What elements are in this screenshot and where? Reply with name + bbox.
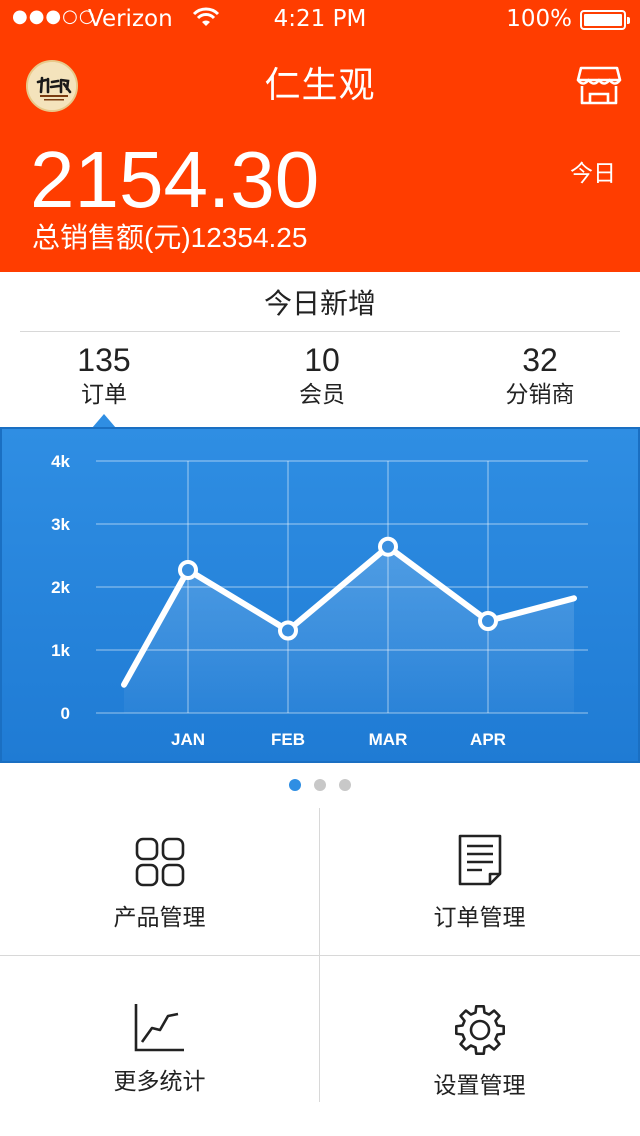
total-sales-label: 总销售额(元) bbox=[32, 222, 191, 253]
store-icon[interactable] bbox=[576, 62, 622, 108]
menu-more-statistics[interactable]: 更多统计 bbox=[0, 956, 319, 1102]
chart-data-point bbox=[478, 611, 498, 631]
menu-order-management[interactable]: 订单管理 bbox=[320, 808, 639, 954]
header: ●●●○○ Verizon 4:21 PM 100% 仁生观 2154.30 今… bbox=[0, 0, 640, 272]
line-chart-icon bbox=[132, 1000, 188, 1056]
page-dot-1[interactable] bbox=[288, 779, 301, 791]
sales-chart[interactable]: 0 1k 2k 3k 4k JAN FEB MAR APR bbox=[0, 427, 640, 763]
chart-x-tick-label: JAN bbox=[171, 730, 205, 749]
stat-orders-label: 订单 bbox=[81, 382, 127, 408]
chart-x-tick-label: APR bbox=[470, 730, 506, 749]
page-indicator bbox=[0, 776, 640, 791]
divider bbox=[20, 331, 620, 332]
chart-x-tick-label: FEB bbox=[271, 730, 305, 749]
page-dot-2[interactable] bbox=[314, 779, 326, 791]
battery-percent: 100% bbox=[506, 6, 572, 32]
status-bar: ●●●○○ Verizon 4:21 PM 100% bbox=[0, 0, 640, 40]
stat-distributors-label: 分销商 bbox=[505, 382, 575, 408]
today-new-title: 今日新增 bbox=[263, 287, 376, 320]
chart-y-tick-label: 2k bbox=[51, 578, 70, 597]
today-sales-amount: 2154.30 bbox=[30, 135, 320, 224]
chart-y-tick-label: 3k bbox=[51, 515, 70, 534]
menu-product-management[interactable]: 产品管理 bbox=[0, 808, 319, 954]
stat-orders-value: 135 bbox=[77, 342, 131, 378]
menu-label: 设置管理 bbox=[433, 1073, 526, 1099]
selected-tab-pointer bbox=[92, 414, 116, 428]
page-dot-3[interactable] bbox=[339, 779, 352, 791]
chart-data-point bbox=[378, 536, 398, 557]
chart-x-tick-label: MAR bbox=[369, 730, 408, 749]
menu-label: 产品管理 bbox=[113, 905, 206, 931]
chart-y-tick-label: 1k bbox=[51, 641, 70, 660]
stat-members-value: 10 bbox=[304, 342, 340, 378]
total-sales-row: 总销售额(元)12354.25 bbox=[32, 216, 307, 256]
gear-icon bbox=[452, 1002, 508, 1058]
stat-distributors[interactable]: 32 分销商 bbox=[440, 340, 640, 410]
stat-orders[interactable]: 135 订单 bbox=[4, 340, 204, 410]
menu-settings-management[interactable]: 设置管理 bbox=[320, 956, 639, 1102]
stat-members[interactable]: 10 会员 bbox=[222, 340, 422, 410]
document-icon bbox=[452, 832, 508, 888]
chart-data-point bbox=[178, 560, 198, 580]
stat-members-label: 会员 bbox=[299, 382, 345, 408]
chart-data-point bbox=[278, 620, 298, 641]
nav-bar: 仁生观 bbox=[0, 40, 640, 128]
menu-label: 订单管理 bbox=[433, 905, 526, 931]
chart-svg: 0 1k 2k 3k 4k JAN FEB MAR APR bbox=[51, 452, 588, 749]
chart-y-tick-label: 0 bbox=[61, 704, 70, 723]
stat-distributors-value: 32 bbox=[522, 342, 558, 378]
menu-label: 更多统计 bbox=[113, 1069, 206, 1095]
total-sales-amount: 12354.25 bbox=[190, 222, 308, 253]
today-label[interactable]: 今日 bbox=[570, 154, 616, 188]
nav-title: 仁生观 bbox=[264, 65, 376, 106]
battery-icon bbox=[580, 10, 630, 30]
chart-y-tick-label: 4k bbox=[51, 452, 70, 471]
grid-icon bbox=[132, 834, 188, 890]
